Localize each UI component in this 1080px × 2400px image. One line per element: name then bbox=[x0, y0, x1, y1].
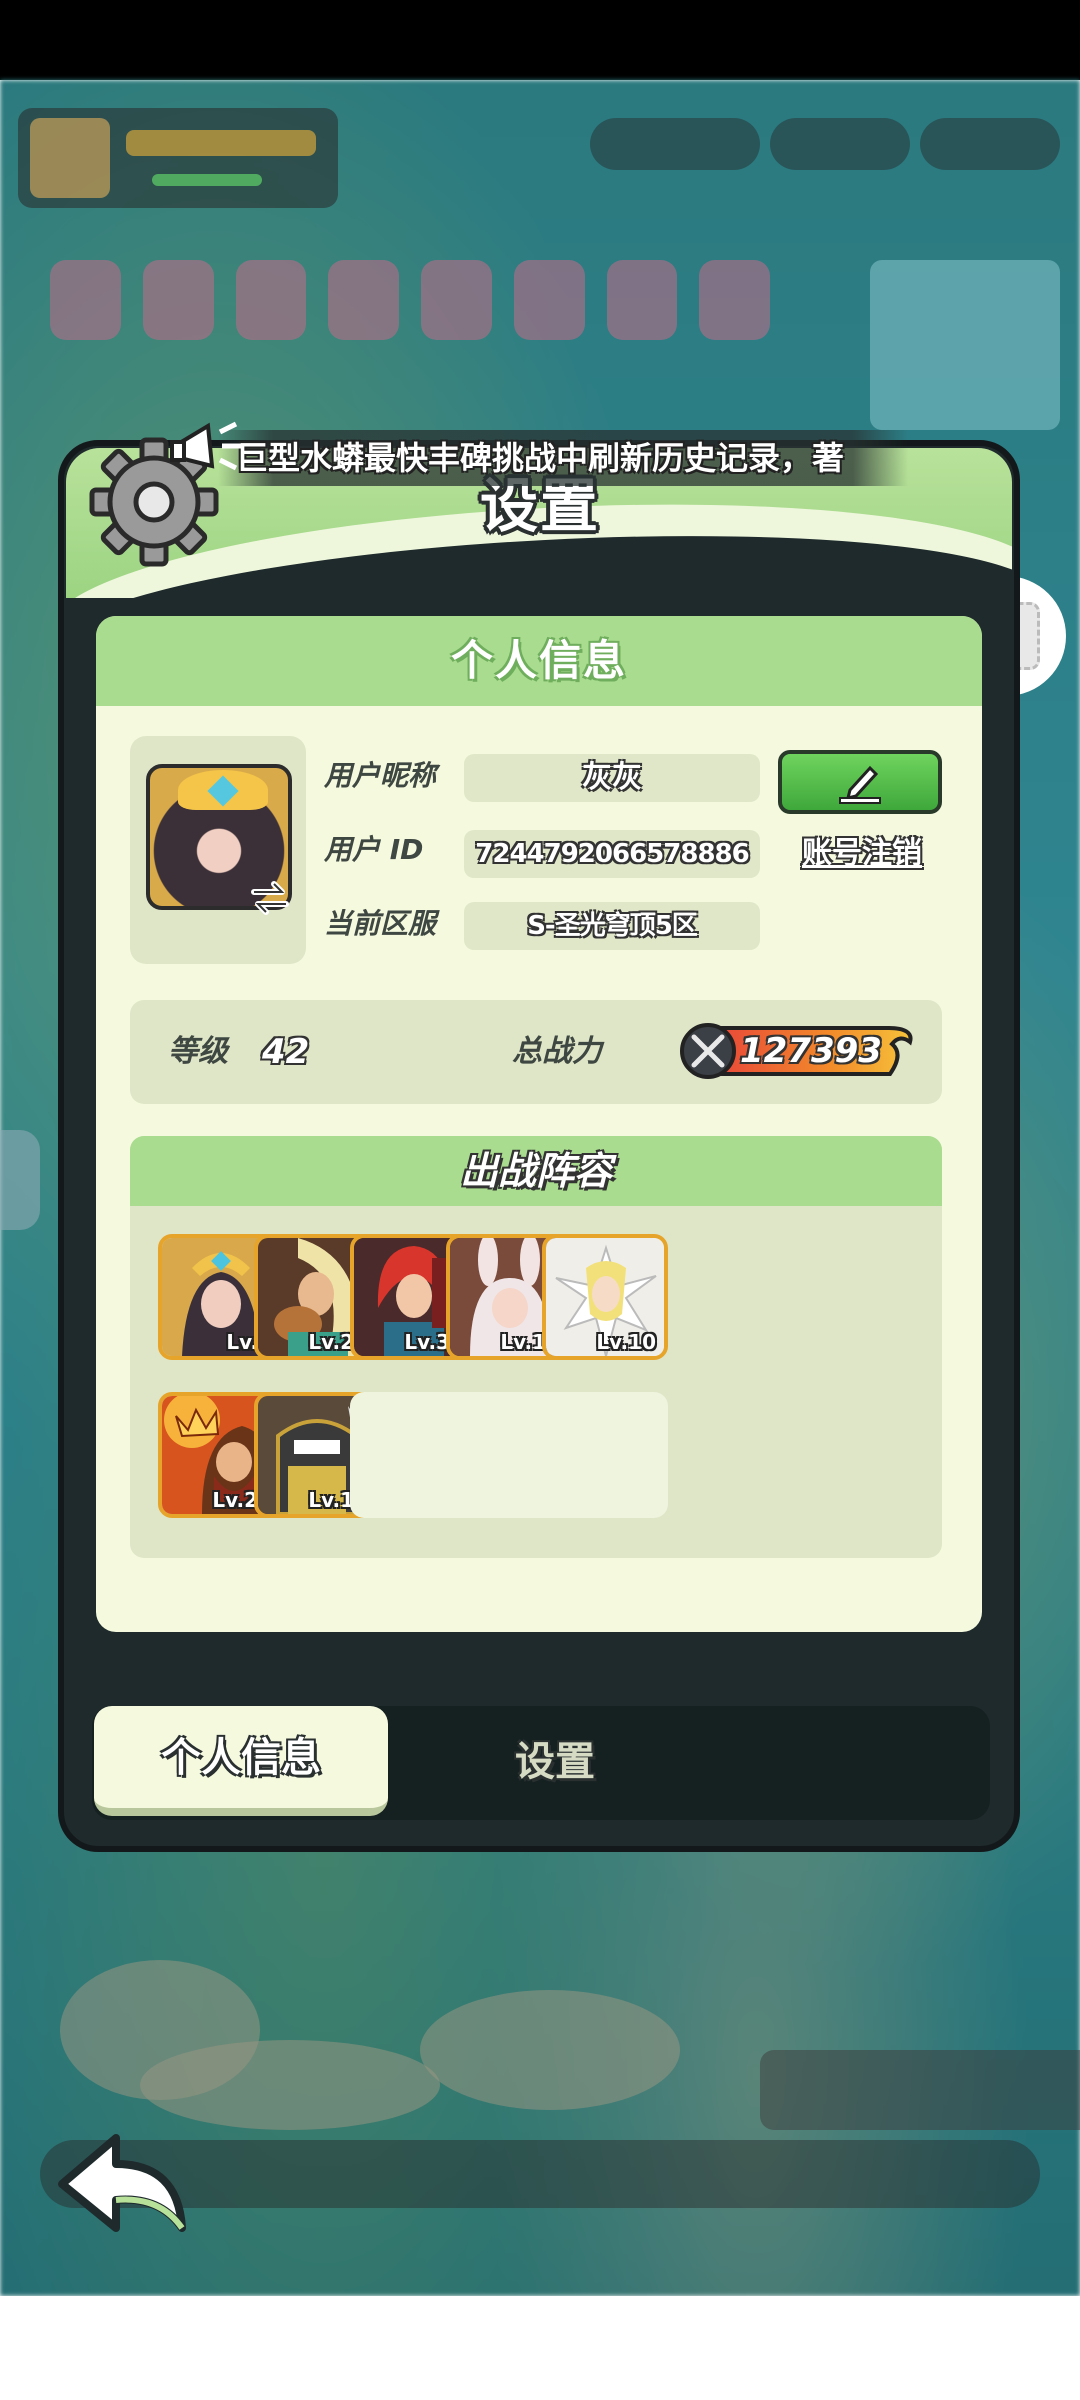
power-value: 127393 bbox=[740, 1031, 882, 1071]
swap-avatar-icon[interactable] bbox=[248, 878, 292, 918]
lineup-header: 出战阵容 bbox=[130, 1136, 942, 1206]
tab-settings[interactable]: 设置 bbox=[440, 1710, 670, 1820]
bg-minimap bbox=[870, 260, 1060, 430]
back-arrow-icon[interactable] bbox=[54, 2124, 194, 2244]
section-title: 个人信息 bbox=[450, 636, 627, 685]
megaphone-icon bbox=[170, 421, 242, 471]
status-bar bbox=[0, 0, 1080, 80]
bg-island bbox=[140, 2040, 440, 2130]
server-label: 当前区服 bbox=[324, 907, 437, 940]
bg-resource bbox=[770, 118, 910, 170]
power-label: 总战力 bbox=[512, 1034, 602, 1069]
bg-resource bbox=[920, 118, 1060, 170]
battle-lineup: 出战阵容 Lv.9 Lv.27 Lv.35 Lv.12 Lv.10 Lv.20 … bbox=[130, 1136, 942, 1558]
bg-player-bar bbox=[18, 108, 338, 208]
user-id-label: 用户 ID bbox=[324, 833, 424, 866]
cancel-account-link[interactable]: 账号注销 bbox=[784, 830, 940, 878]
bg-hero-strip bbox=[50, 260, 770, 360]
server-value: S-圣光穹顶5区 bbox=[527, 911, 698, 941]
personal-info-card: 个人信息 用户昵称 灰灰 用户 ID 7244792066578886 账号注销… bbox=[96, 616, 982, 1632]
empty-hero-slot[interactable] bbox=[542, 1392, 668, 1518]
nickname-box: 灰灰 bbox=[464, 754, 760, 802]
broadcast-text: 巨型水蟒最快丰碑挑战中刷新历史记录，著 bbox=[236, 439, 845, 477]
level-value: 42 bbox=[262, 1032, 310, 1072]
bg-island bbox=[420, 1990, 680, 2110]
hero-slot[interactable]: Lv.10 bbox=[542, 1234, 668, 1360]
section-header: 个人信息 bbox=[96, 616, 982, 706]
tab-personal-info[interactable]: 个人信息 bbox=[94, 1706, 388, 1816]
nickname-label: 用户昵称 bbox=[324, 759, 437, 792]
bottom-nav-area bbox=[0, 2296, 1080, 2400]
server-box: S-圣光穹顶5区 bbox=[464, 902, 760, 950]
bg-side-tab bbox=[0, 1130, 40, 1230]
level-power-bar: 等级 42 总战力 127393 bbox=[130, 1000, 942, 1104]
bg-resource bbox=[590, 118, 760, 170]
user-id-value: 7244792066578886 bbox=[475, 839, 749, 869]
broadcast-banner: 巨型水蟒最快丰碑挑战中刷新历史记录，著 bbox=[218, 430, 908, 486]
bg-notice bbox=[760, 2050, 1080, 2130]
level-label: 等级 bbox=[168, 1034, 228, 1069]
hero-level: Lv.10 bbox=[596, 1330, 656, 1354]
user-id-box: 7244792066578886 bbox=[464, 830, 760, 878]
nickname-value: 灰灰 bbox=[582, 760, 642, 795]
pencil-icon bbox=[839, 765, 881, 804]
edit-nickname-button[interactable] bbox=[778, 750, 942, 814]
tab-label: 个人信息 bbox=[161, 1735, 321, 1781]
lineup-title: 出战阵容 bbox=[459, 1149, 612, 1193]
tab-label: 设置 bbox=[515, 1739, 595, 1785]
